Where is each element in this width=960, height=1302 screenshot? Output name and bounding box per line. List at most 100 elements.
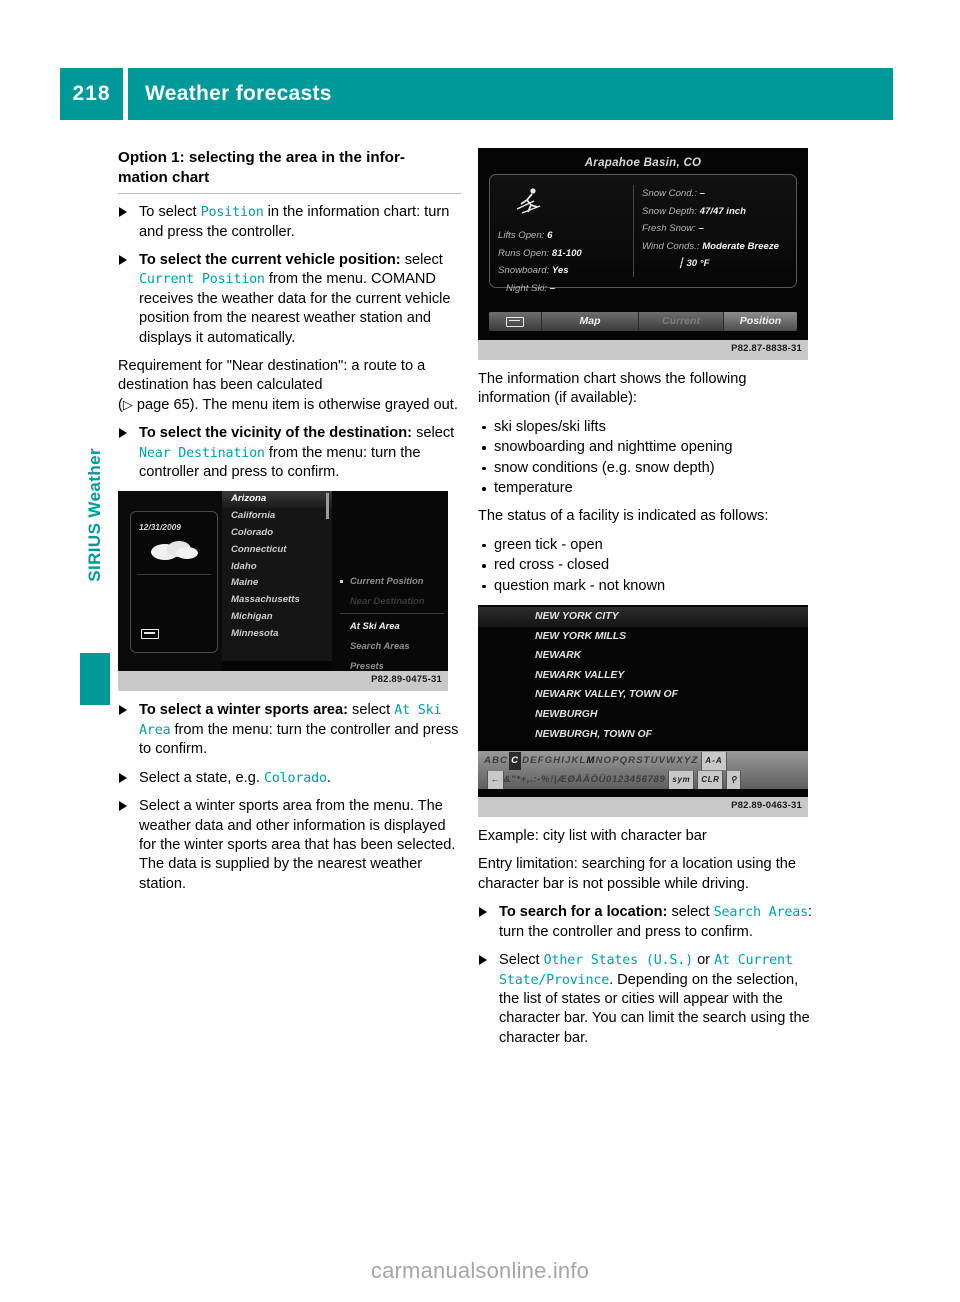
- menu-item-search-areas: Search Areas: [713, 905, 809, 921]
- menu-item-label: Search Areas: [350, 640, 410, 652]
- info-row: Fresh Snow: –: [642, 220, 790, 238]
- info-label: Snow Depth:: [642, 205, 697, 217]
- figure-code: P82.89-0475-31: [371, 674, 442, 686]
- section-tab-label: SIRIUS Weather: [85, 448, 104, 582]
- info-row: Night Ski: –: [498, 280, 628, 298]
- city-list[interactable]: NEW YORK CITY NEW YORK MILLS NEWARK NEWA…: [478, 607, 808, 744]
- example-caption: Example: city list with character bar: [478, 828, 707, 845]
- list-item[interactable]: Colorado: [222, 525, 332, 542]
- info-value: Moderate Breeze: [702, 240, 779, 252]
- list-item[interactable]: NEWARK VALLEY, TOWN OF: [478, 685, 808, 705]
- back-icon[interactable]: ←: [487, 771, 504, 790]
- step-select-area-from-menu: Select a winter sports area from the men…: [118, 797, 461, 894]
- character-bar-row-letters[interactable]: ABC C DEFGHIJKL M NOPQRSTUVWXYZ A-A: [478, 752, 808, 771]
- menu-panel: Current Position Near Destination At Ski…: [332, 491, 448, 672]
- figure-code: P82.87-8838-31: [731, 342, 802, 354]
- section-tab-marker: [80, 653, 110, 705]
- triangle-bullet-icon: [119, 207, 127, 218]
- figure-code: P82.89-0463-31: [731, 799, 802, 811]
- skier-icon: [516, 188, 541, 214]
- page-title: Weather forecasts: [145, 82, 332, 105]
- info-list: ski slopes/ski lifts snowboarding and ni…: [478, 418, 821, 499]
- character-bar-row-symbols[interactable]: ← &"*+,.:-%!|ÆØÅÄÖÜ0123456789 sym CLR ⚲: [478, 771, 808, 790]
- list-item[interactable]: NEWBURGH, TOWN OF: [478, 725, 808, 745]
- step-text-before: select: [404, 252, 443, 268]
- list-item[interactable]: Maine: [222, 575, 332, 592]
- char-bold-m[interactable]: M: [586, 752, 595, 770]
- list-item[interactable]: California: [222, 508, 332, 525]
- back-icon[interactable]: [141, 626, 159, 645]
- back-button[interactable]: [489, 312, 542, 331]
- step-text-mid: or: [693, 952, 715, 969]
- list-item: temperature: [478, 479, 821, 498]
- step-text-after: from the menu: turn the controller and p…: [139, 721, 459, 758]
- header-title-box: Weather forecasts: [128, 68, 893, 120]
- screenshot-info-chart: Arapahoe Basin, CO Lifts Open: 6 Runs Op…: [478, 148, 808, 360]
- list-item[interactable]: Massachusetts: [222, 592, 332, 609]
- area-menu: Current Position Near Destination At Ski…: [338, 571, 448, 671]
- char-highlighted[interactable]: C: [509, 752, 522, 771]
- list-item[interactable]: Idaho: [222, 559, 332, 576]
- step-search-for-location: To search for a location: select Search …: [478, 903, 821, 942]
- search-icon[interactable]: ⚲: [726, 771, 741, 790]
- map-button[interactable]: Map: [542, 312, 639, 331]
- comand-screen: 12/31/2009 Arizona California Colorado C…: [118, 491, 448, 672]
- char-letters[interactable]: DEFGHIJKL: [522, 752, 586, 770]
- step-select-other-states: Select Other States (U.S.) or At Current…: [478, 951, 821, 1048]
- left-column: Option 1: selecting the area in the info…: [118, 148, 461, 903]
- info-row: Wind Conds.: Moderate Breeze: [642, 238, 790, 256]
- status-intro: The status of a facility is indicated as…: [478, 508, 769, 525]
- weather-card: 12/31/2009: [130, 511, 218, 654]
- list-item[interactable]: Michigan: [222, 609, 332, 626]
- weather-card-date: 12/31/2009: [139, 522, 181, 533]
- menu-item-at-ski-area[interactable]: At Ski Area: [338, 616, 448, 636]
- step-text-before: To select: [139, 204, 201, 221]
- comand-bottom-bar: Map Current Position: [489, 312, 797, 331]
- menu-item-label: Near Destination: [350, 595, 425, 607]
- step-text-before: select: [347, 702, 395, 719]
- list-item: snowboarding and nighttime opening: [478, 438, 821, 457]
- char-symbols[interactable]: &"*+,.:-%!|ÆØÅÄÖÜ0123456789: [504, 771, 666, 789]
- char-letters-rest[interactable]: NOPQRSTUVWXYZ: [596, 752, 699, 770]
- list-item[interactable]: Arizona: [222, 491, 332, 509]
- section-tab: SIRIUS Weather: [80, 448, 110, 705]
- list-item[interactable]: NEWARK: [478, 646, 808, 666]
- comand-screen: Arapahoe Basin, CO Lifts Open: 6 Runs Op…: [478, 148, 808, 340]
- current-button[interactable]: Current: [639, 312, 724, 331]
- menu-item-current-position: Current Position: [139, 272, 265, 288]
- menu-item-label: At Ski Area: [350, 620, 400, 632]
- list-item[interactable]: NEW YORK CITY: [478, 607, 808, 627]
- accent-key[interactable]: A-A: [701, 752, 727, 771]
- scrollbar[interactable]: [326, 493, 329, 520]
- triangle-bullet-icon: [119, 428, 127, 439]
- list-item[interactable]: NEW YORK MILLS: [478, 627, 808, 647]
- temperature-value: 30 °F: [686, 258, 710, 269]
- comand-screen: NEW YORK CITY NEW YORK MILLS NEWARK NEWA…: [478, 605, 808, 798]
- cross-reference-arrow-icon: ▷: [122, 397, 133, 413]
- menu-item-current-position[interactable]: Current Position: [338, 571, 448, 591]
- info-right-column: Snow Cond.: – Snow Depth: 47/47 inch Fre…: [642, 185, 790, 273]
- symbol-key[interactable]: sym: [668, 771, 695, 790]
- list-item[interactable]: Minnesota: [222, 626, 332, 643]
- list-item[interactable]: NEWBURGH: [478, 705, 808, 725]
- heading-rule: [118, 193, 461, 195]
- menu-item-search-areas[interactable]: Search Areas: [338, 636, 448, 656]
- info-label: Snowboard:: [498, 265, 550, 276]
- weather-card-panel: 12/31/2009: [118, 491, 222, 672]
- character-bar[interactable]: ABC C DEFGHIJKL M NOPQRSTUVWXYZ A-A ← &"*+,.:-…: [478, 751, 808, 790]
- requirement-line-2: page 65). The menu item is otherwise gra…: [132, 396, 458, 413]
- triangle-bullet-icon: [119, 705, 127, 716]
- char-prefix[interactable]: ABC: [484, 752, 508, 770]
- list-item[interactable]: NEWARK VALLEY: [478, 666, 808, 686]
- step-text-before: select: [416, 425, 455, 442]
- position-button[interactable]: Position: [724, 312, 797, 331]
- clear-key[interactable]: CLR: [697, 771, 724, 790]
- step-select-position: To select Position in the information ch…: [118, 203, 461, 242]
- menu-divider: [340, 613, 444, 615]
- screenshot-city-list: NEW YORK CITY NEW YORK MILLS NEWARK NEWA…: [478, 605, 808, 818]
- step-bold-lead: To select a winter sports area:: [139, 702, 348, 719]
- list-item[interactable]: Connecticut: [222, 542, 332, 559]
- step-bold-lead: To search for a location:: [499, 904, 668, 921]
- state-list[interactable]: Arizona California Colorado Connecticut …: [222, 491, 332, 662]
- info-value: –: [699, 188, 705, 199]
